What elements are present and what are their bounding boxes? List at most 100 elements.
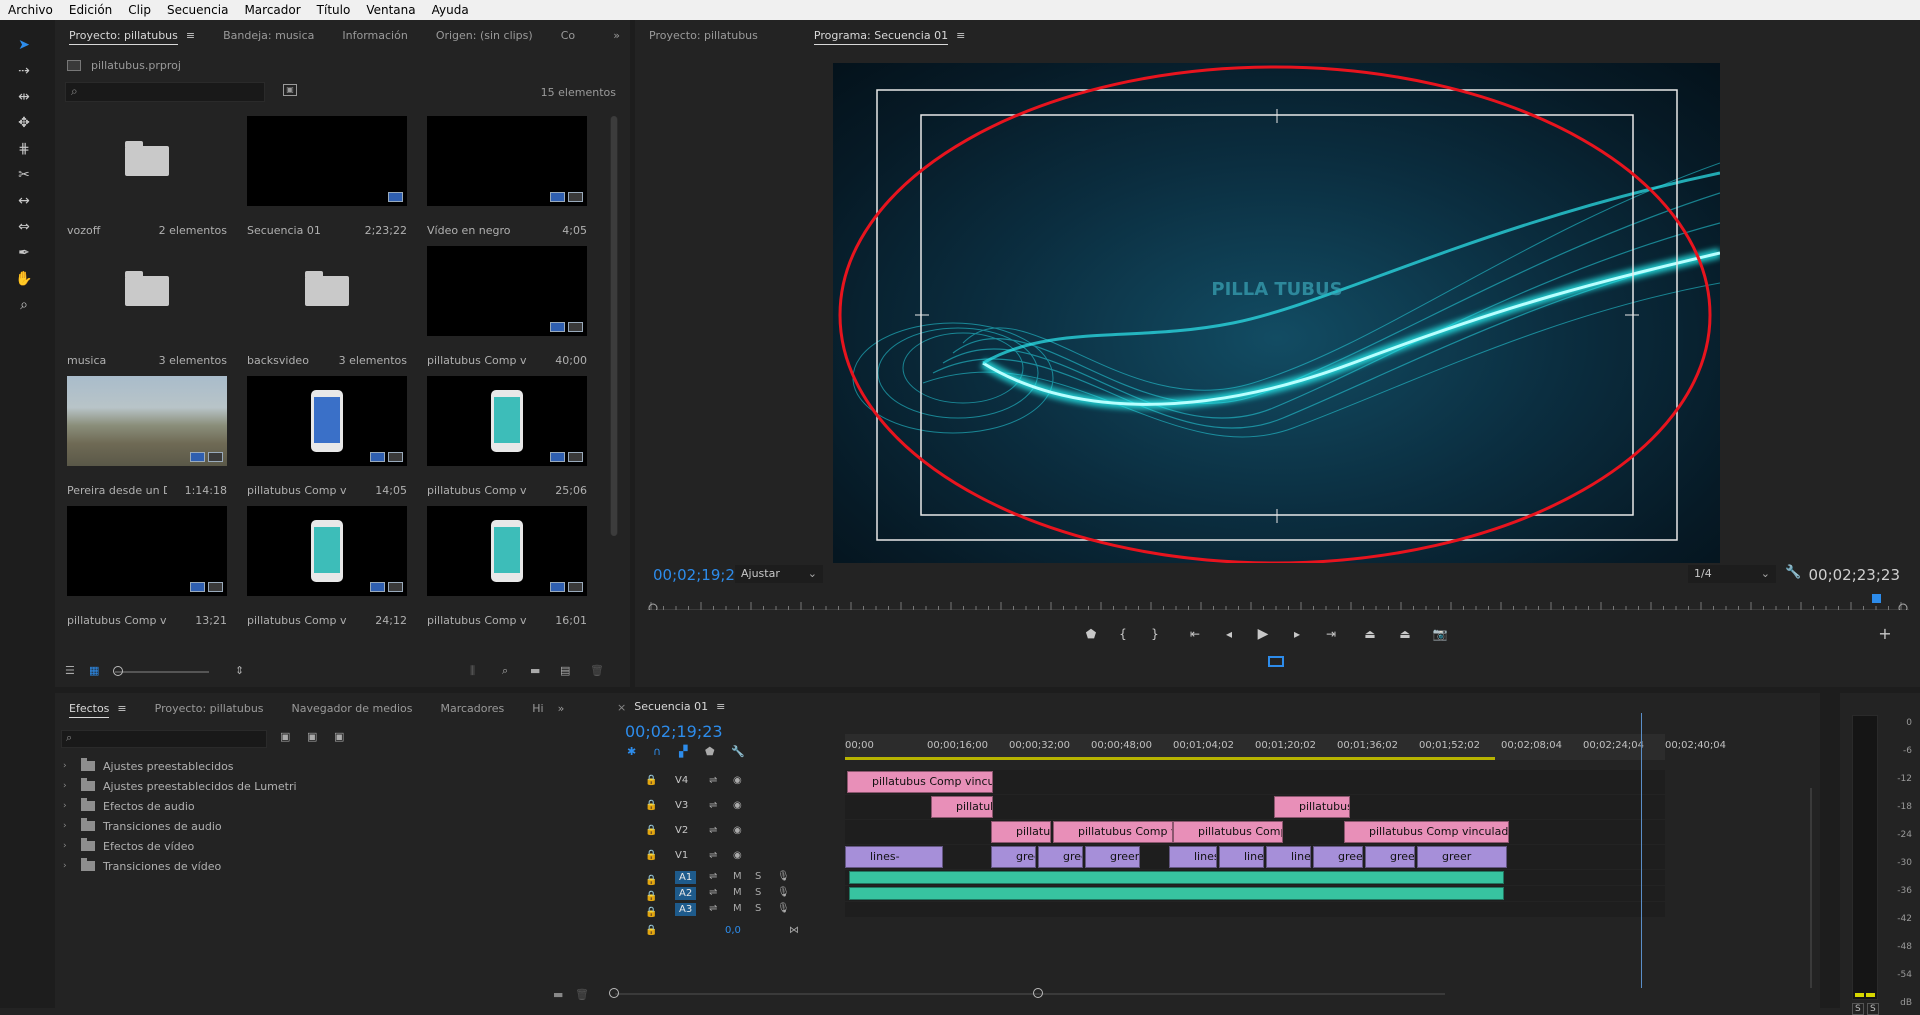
chevron-right-icon[interactable]: ›: [63, 861, 73, 871]
safe-margins-icon[interactable]: [1268, 656, 1284, 667]
timeline-ruler[interactable]: 00;00 00;00;16;00 00;00;32;00 00;00;48;00 00…: [845, 734, 1726, 760]
mark-in-icon[interactable]: {: [1113, 624, 1133, 644]
menu-item-1[interactable]: Edición: [61, 0, 120, 20]
pen-tool-icon[interactable]: ✒: [13, 242, 35, 264]
selection-tool-icon[interactable]: ➤: [13, 34, 35, 56]
linked-selection-icon[interactable]: ▞: [679, 745, 687, 758]
track-lane[interactable]: pillatubupillatubus Comp vincupillatubus…: [845, 820, 1665, 844]
track-lane[interactable]: lines-greergreergreerlineslineslinesgree…: [845, 845, 1665, 869]
solo-right-button[interactable]: S: [1867, 1003, 1879, 1015]
sync-icon[interactable]: ⇌: [709, 887, 717, 898]
project-scrollbar[interactable]: [610, 116, 618, 536]
icon-view-icon[interactable]: ▦: [89, 664, 99, 677]
list-view-icon[interactable]: ☰: [65, 664, 75, 677]
project-item[interactable]: pillatubus Comp vincu... 24;12: [247, 506, 409, 634]
timeline-timecode[interactable]: 00;02;19;23: [625, 722, 723, 741]
timeline-clip[interactable]: pillatubu: [991, 821, 1051, 843]
eye-icon[interactable]: ◉: [733, 850, 742, 861]
track-lane[interactable]: [845, 886, 1665, 901]
project-item[interactable]: pillatubus Comp vincu... 14;05: [247, 376, 409, 504]
tab-project-3[interactable]: Proyecto: pillatubus: [635, 20, 772, 52]
step-back-icon[interactable]: ◂: [1219, 624, 1239, 644]
project-item[interactable]: pillatubus Comp vincu... 16;01: [427, 506, 589, 634]
effects-search-input[interactable]: ⌕: [61, 730, 267, 748]
menu-item-7[interactable]: Ayuda: [424, 0, 477, 20]
timeline-clip[interactable]: pillatubus Comp vincu: [1053, 821, 1173, 843]
delete-icon[interactable]: 🗑: [575, 988, 589, 1001]
play-icon[interactable]: ▶: [1253, 624, 1273, 644]
menu-item-4[interactable]: Marcador: [236, 0, 308, 20]
tab-source[interactable]: Origen: (sin clips): [422, 20, 547, 52]
overflow-tabs-icon[interactable]: »: [599, 20, 630, 52]
master-volume-value[interactable]: 0,0: [725, 925, 741, 936]
timeline-settings-icon[interactable]: 🔧: [731, 745, 745, 758]
monitor-time-ruler[interactable]: [647, 588, 1909, 613]
timeline-clip[interactable]: pillatubus: [931, 796, 993, 818]
track-select-tool-icon[interactable]: ⇢: [13, 60, 35, 82]
tab-markers[interactable]: Marcadores: [426, 693, 518, 725]
scroll-thumb[interactable]: [611, 116, 617, 536]
fit-dropdown[interactable]: Ajustar ⌄: [735, 565, 823, 583]
chevron-right-icon[interactable]: ›: [63, 781, 73, 791]
go-to-end-icon[interactable]: ⋈: [789, 925, 799, 936]
automate-icon[interactable]: ⫼: [470, 664, 475, 678]
program-video-frame[interactable]: PILLA TUBUS: [833, 63, 1720, 563]
slip-tool-icon[interactable]: ↔: [13, 190, 35, 212]
project-item[interactable]: Vídeo en negro 4;05: [427, 116, 589, 244]
zoom-slider[interactable]: [115, 671, 209, 673]
new-bin-icon[interactable]: ▬: [530, 664, 540, 677]
tab-project-2[interactable]: Proyecto: pillatubus: [141, 693, 278, 725]
menu-item-2[interactable]: Clip: [120, 0, 159, 20]
extract-icon[interactable]: ⏏: [1395, 624, 1415, 644]
hand-tool-icon[interactable]: ✋: [13, 268, 35, 290]
timeline-vscroll[interactable]: [1810, 788, 1812, 988]
lock-icon[interactable]: 🔒: [645, 825, 657, 836]
mute-button[interactable]: M: [733, 871, 742, 882]
hscroll-right-handle[interactable]: [1033, 988, 1043, 998]
tab-more[interactable]: Co: [547, 20, 589, 52]
clear-icon[interactable]: 🗑: [590, 664, 604, 677]
timeline-clip[interactable]: greer: [1417, 846, 1507, 868]
track-name[interactable]: V1: [675, 850, 688, 861]
nest-icon[interactable]: ✱: [627, 745, 636, 758]
timeline-clip[interactable]: pillatubus Comp vinculado 0: [847, 771, 993, 793]
tab-media-browser[interactable]: Navegador de medios: [278, 693, 427, 725]
snap-icon[interactable]: ∩: [653, 745, 661, 758]
solo-button[interactable]: S: [755, 887, 761, 898]
resolution-dropdown[interactable]: 1/4 ⌄: [1688, 565, 1776, 583]
panel-menu-icon[interactable]: ≡: [186, 29, 195, 42]
project-item[interactable]: pillatubus Comp vincu... 40;00: [427, 246, 589, 374]
mic-icon[interactable]: 🎙: [777, 903, 790, 914]
chevron-right-icon[interactable]: ›: [63, 761, 73, 771]
track-name[interactable]: A1: [675, 871, 697, 884]
timeline-clip[interactable]: lines: [1219, 846, 1264, 868]
menu-item-3[interactable]: Secuencia: [159, 0, 236, 20]
panel-menu-icon[interactable]: ≡: [716, 700, 725, 713]
tab-bin-musica[interactable]: Bandeja: musica: [209, 20, 328, 52]
monitor-playhead[interactable]: [1872, 594, 1881, 603]
mic-icon[interactable]: 🎙: [777, 871, 790, 882]
add-marker-icon[interactable]: ⬟: [1081, 624, 1101, 644]
project-item[interactable]: pillatubus Comp vincu... 13;21: [67, 506, 229, 634]
timeline-clip[interactable]: pillatubus C: [1274, 796, 1350, 818]
timeline-clip[interactable]: greer: [1313, 846, 1363, 868]
timeline-playhead[interactable]: [1641, 713, 1642, 988]
track-lane[interactable]: [845, 870, 1665, 885]
lock-icon[interactable]: 🔒: [645, 891, 657, 902]
mark-out-icon[interactable]: }: [1145, 624, 1165, 644]
new-bin-from-search-icon[interactable]: ▣: [283, 84, 297, 96]
effects-tree-item[interactable]: › Transiciones de audio: [55, 817, 222, 835]
sort-icon[interactable]: ⇕: [235, 664, 244, 677]
eye-icon[interactable]: ◉: [733, 775, 742, 786]
menu-item-5[interactable]: Título: [309, 0, 359, 20]
razor-tool-icon[interactable]: ✂: [13, 164, 35, 186]
lock-icon[interactable]: 🔒: [645, 800, 657, 811]
zoom-slider-handle[interactable]: [113, 666, 123, 676]
sync-icon[interactable]: ⇌: [709, 871, 717, 882]
tab-program[interactable]: Programa: Secuencia 01 ≡: [800, 20, 979, 52]
project-item[interactable]: pillatubus Comp vincu... 25;06: [427, 376, 589, 504]
step-forward-icon[interactable]: ▸: [1287, 624, 1307, 644]
find-icon[interactable]: ⌕: [502, 664, 508, 678]
timeline-clip[interactable]: pillatubus Comp vi: [1173, 821, 1283, 843]
track-lane[interactable]: pillatubus pillatubus C: [845, 795, 1665, 819]
